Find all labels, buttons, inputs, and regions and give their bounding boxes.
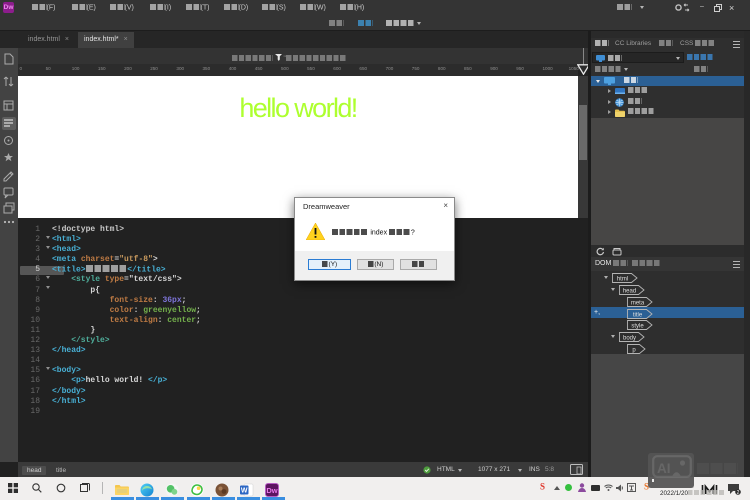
svg-text:html: html [617, 276, 628, 282]
svg-text:head: head [623, 288, 636, 294]
svg-text:Dw: Dw [266, 486, 277, 495]
svg-text:W: W [241, 487, 248, 494]
svg-text:2: 2 [737, 490, 740, 495]
svg-text:style: style [631, 324, 644, 330]
svg-text:AI: AI [657, 461, 671, 476]
svg-text:meta: meta [631, 300, 645, 306]
svg-text:S: S [540, 482, 545, 492]
svg-text:p: p [632, 347, 636, 353]
svg-text:body: body [623, 335, 636, 341]
svg-text:title: title [633, 312, 643, 318]
